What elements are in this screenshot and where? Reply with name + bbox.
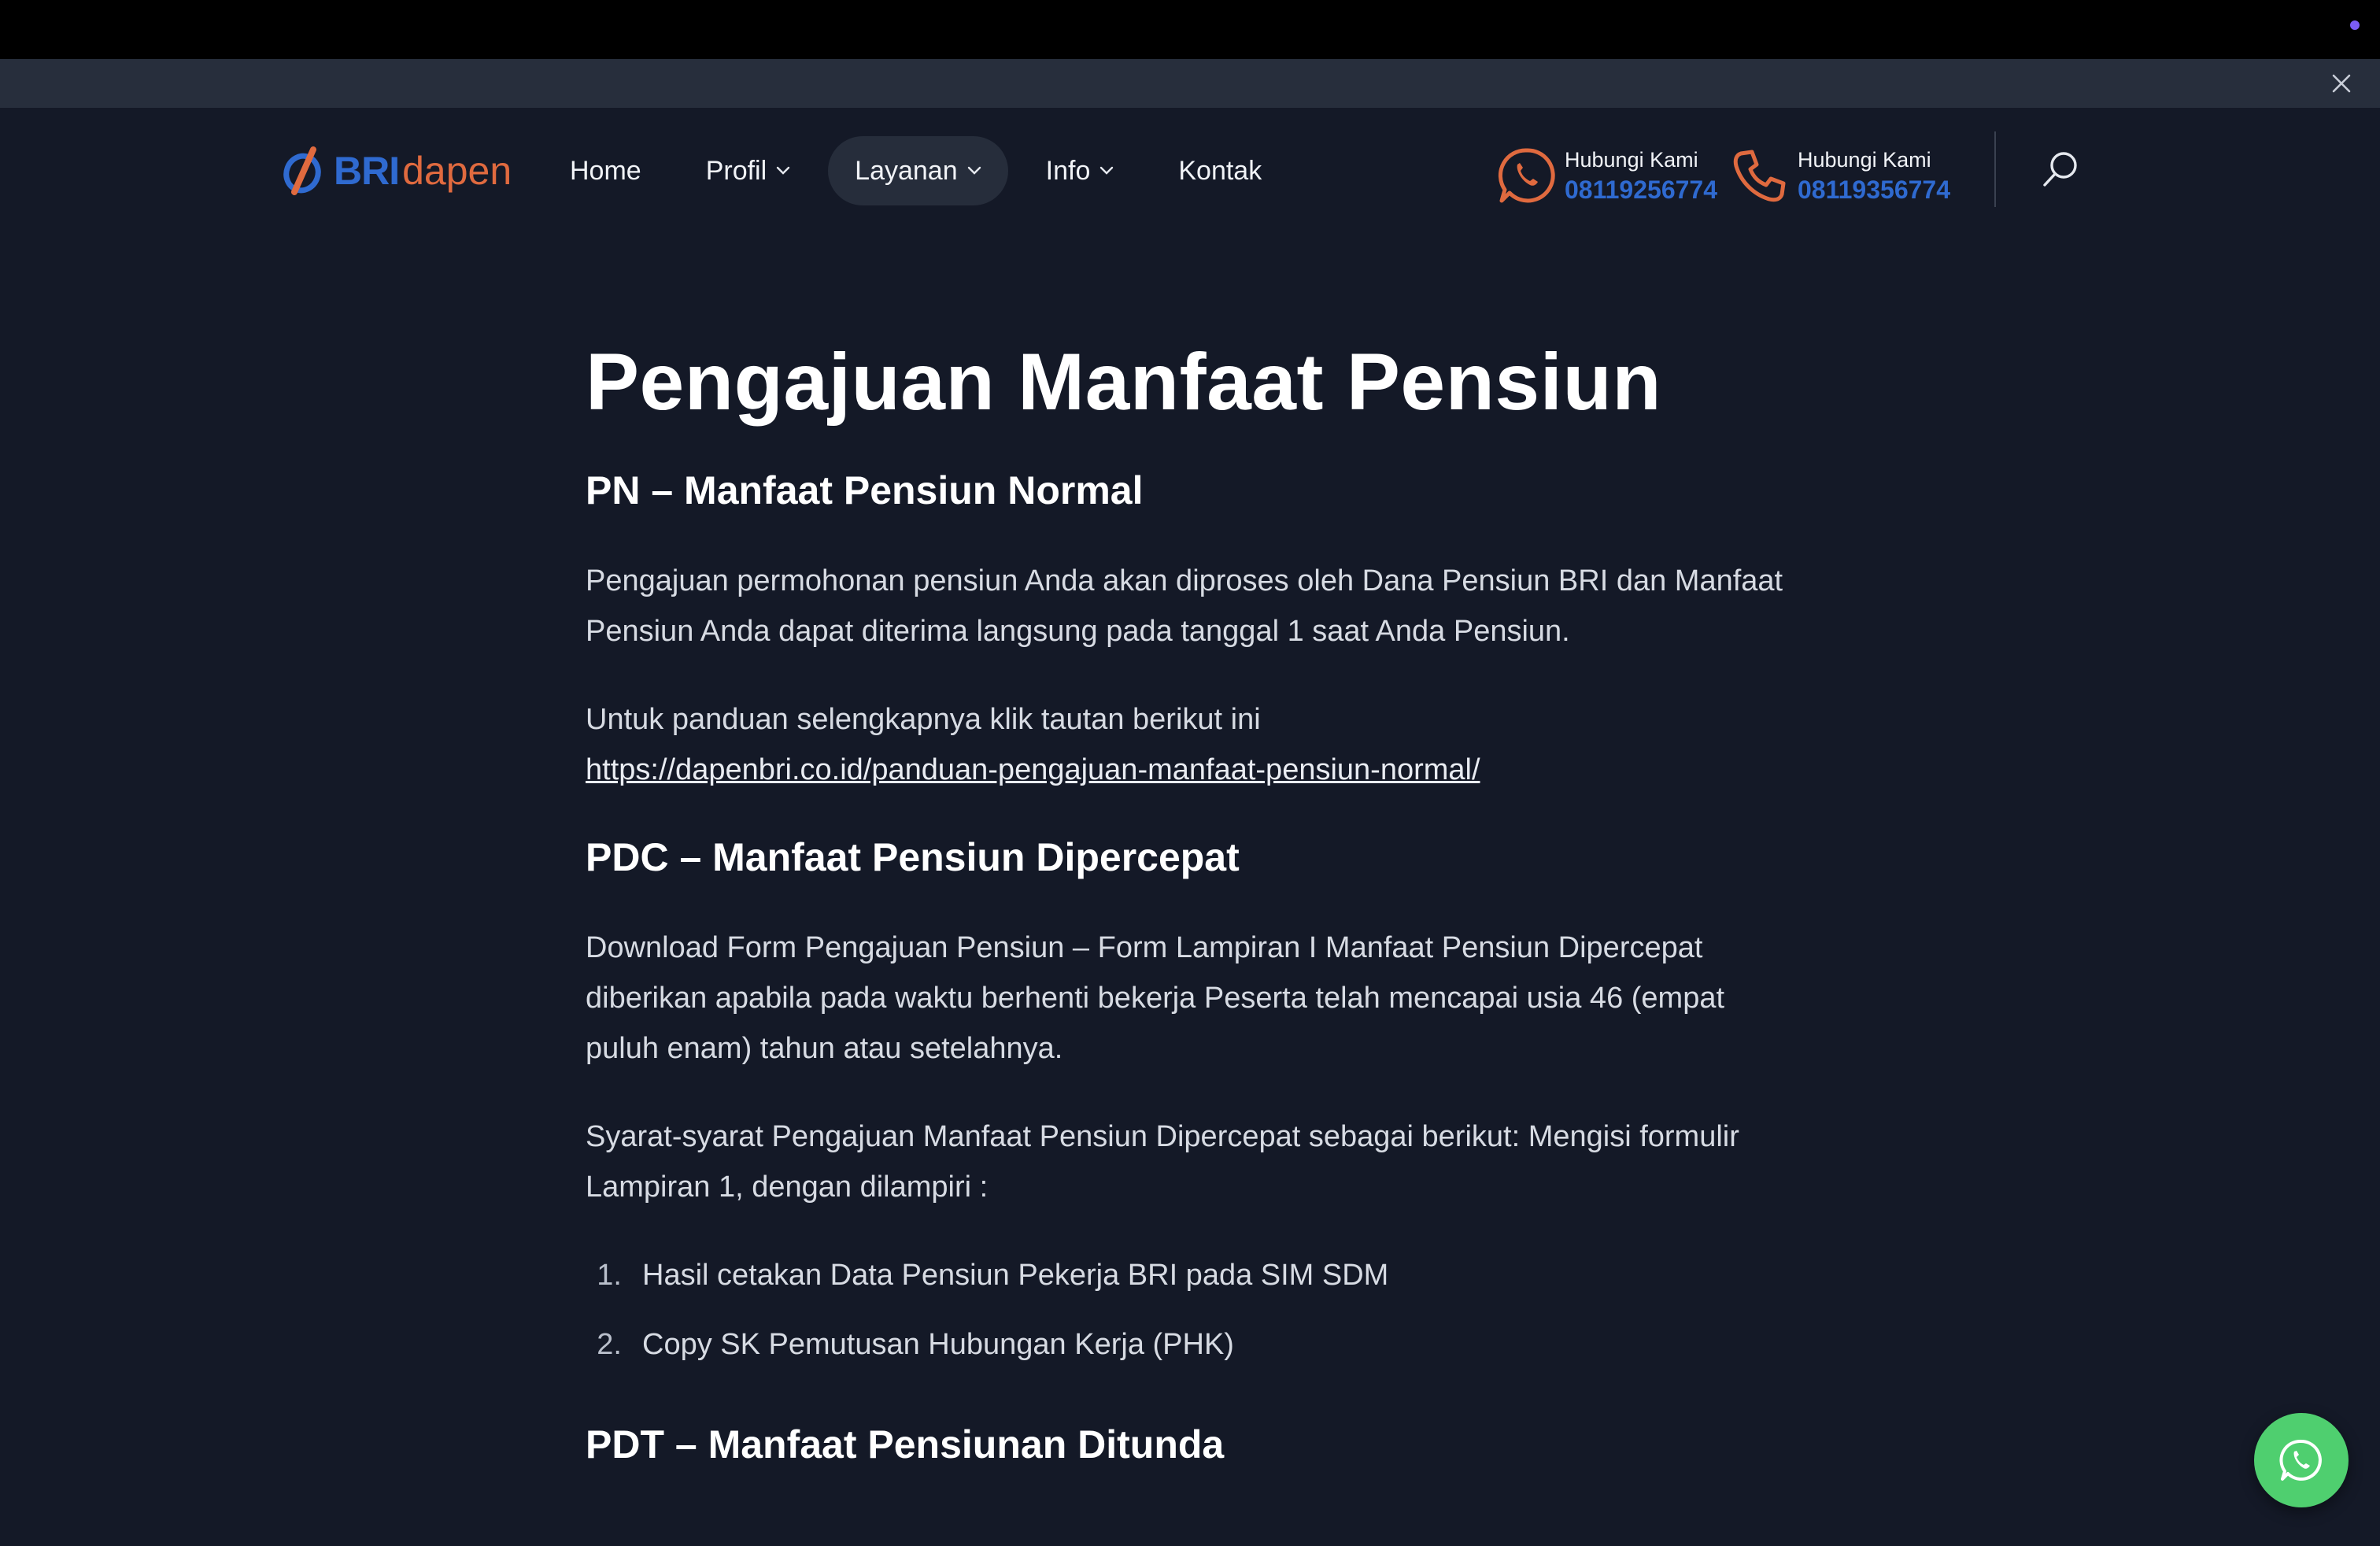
logo-mark-icon <box>283 146 321 195</box>
nav-kontak[interactable]: Kontak <box>1151 136 1288 205</box>
list-item: 1. Hasil cetakan Data Pensiun Pekerja BR… <box>586 1250 1798 1300</box>
nav-profil-label: Profil <box>705 155 767 186</box>
logo-bri-text: BRI <box>334 149 400 193</box>
pn-paragraph-1: Pengajuan permohonan pensiun Anda akan d… <box>586 564 1783 648</box>
section-heading-pdc: PDC – Manfaat Pensiun Dipercepat <box>586 835 1240 879</box>
browser-top-strip <box>0 0 2380 59</box>
list-item: 2. Copy SK Pemutusan Hubungan Kerja (PHK… <box>586 1319 1798 1370</box>
phone-icon <box>1728 144 1791 207</box>
contact-label: Hubungi Kami <box>1798 148 1931 172</box>
contact-label: Hubungi Kami <box>1565 148 1698 172</box>
logo-dapen-text: dapen <box>402 149 512 193</box>
contact-group: Hubungi Kami 08119256774 Hubungi Kami 08… <box>1495 136 1961 215</box>
status-dot <box>2350 20 2360 30</box>
nav-info[interactable]: Info <box>1019 136 1141 205</box>
whatsapp-chat-button[interactable] <box>2254 1413 2349 1507</box>
pdc-paragraph-2: Syarat-syarat Pengajuan Manfaat Pensiun … <box>586 1120 1739 1204</box>
close-notice-button[interactable] <box>2326 68 2356 98</box>
main-content: Pengajuan Manfaat Pensiun PN – Manfaat P… <box>586 299 1798 1467</box>
nav-home[interactable]: Home <box>543 136 668 205</box>
nav-profil[interactable]: Profil <box>679 136 817 205</box>
site-header: BRI dapen Home Profil Layanan Info Konta… <box>0 108 2380 234</box>
bridapen-logo[interactable]: BRI dapen <box>280 142 512 199</box>
phone-contact[interactable]: Hubungi Kami 08119356774 <box>1728 144 1950 207</box>
search-button[interactable] <box>2037 146 2084 193</box>
whatsapp-contact[interactable]: Hubungi Kami 08119256774 <box>1495 144 1717 207</box>
section-heading-pn: PN – Manfaat Pensiun Normal <box>586 468 1144 512</box>
close-icon <box>2332 74 2351 93</box>
pdc-requirements-list: 1. Hasil cetakan Data Pensiun Pekerja BR… <box>586 1250 1798 1370</box>
nav-layanan[interactable]: Layanan <box>828 136 1008 205</box>
main-nav: Home Profil Layanan Info Kontak <box>543 136 1299 205</box>
whatsapp-icon <box>1495 144 1558 207</box>
chevron-down-icon <box>967 166 981 176</box>
nav-kontak-label: Kontak <box>1178 155 1262 186</box>
section-heading-pdt: PDT – Manfaat Pensiunan Ditunda <box>586 1422 1225 1466</box>
whatsapp-icon <box>2279 1439 2322 1481</box>
nav-layanan-label: Layanan <box>855 155 958 186</box>
nav-home-label: Home <box>570 155 641 186</box>
list-item-text: Hasil cetakan Data Pensiun Pekerja BRI p… <box>642 1259 1389 1292</box>
search-icon <box>2043 152 2077 187</box>
list-item-number: 1. <box>597 1259 622 1292</box>
contact-number: 08119256774 <box>1565 176 1717 204</box>
chevron-down-icon <box>1099 166 1114 176</box>
list-item-text: Copy SK Pemutusan Hubungan Kerja (PHK) <box>642 1328 1234 1361</box>
notice-bar <box>0 59 2380 108</box>
pn-paragraph-2: Untuk panduan selengkapnya klik tautan b… <box>586 703 1261 736</box>
chevron-down-icon <box>776 166 790 176</box>
pdc-paragraph-1: Download Form Pengajuan Pensiun – Form L… <box>586 931 1725 1065</box>
header-divider <box>1994 131 1996 207</box>
contact-number: 08119356774 <box>1798 176 1950 204</box>
pn-guide-link[interactable]: https://dapenbri.co.id/panduan-pengajuan… <box>586 753 1480 786</box>
page-title: Pengajuan Manfaat Pensiun <box>586 337 1662 427</box>
nav-info-label: Info <box>1045 155 1091 186</box>
list-item-number: 2. <box>597 1328 622 1361</box>
